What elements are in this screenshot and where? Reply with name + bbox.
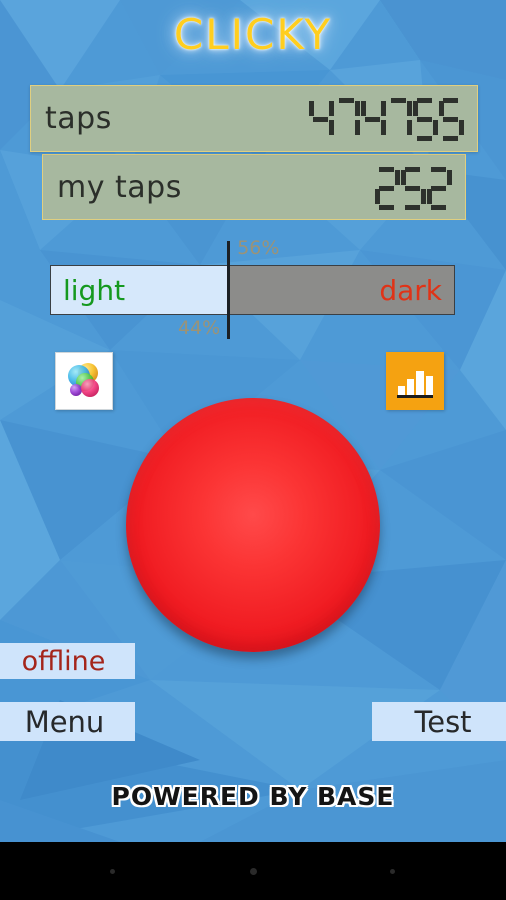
nav-recent-icon[interactable] (390, 869, 395, 874)
seven-segment-digit (413, 98, 438, 142)
light-dark-ratio[interactable]: light dark 56% 44% (50, 237, 455, 339)
android-navigation-bar (0, 842, 506, 900)
my-taps-label: my taps (57, 169, 182, 205)
seven-segment-digit (375, 166, 400, 211)
stat-panel-my-taps: my taps (42, 154, 466, 220)
seven-segment-digit (427, 166, 452, 211)
game-center-button[interactable] (55, 352, 113, 410)
my-taps-value (374, 164, 465, 211)
seven-segment-digit (387, 98, 412, 142)
seven-segment-digit (439, 98, 464, 142)
stat-panel-global-taps: taps (30, 85, 478, 152)
tap-button[interactable] (126, 398, 380, 652)
ratio-dark-percent: 56% (237, 237, 280, 259)
menu-button[interactable]: Menu (0, 702, 135, 741)
ratio-light-percent: 44% (177, 317, 221, 339)
global-taps-value (308, 95, 477, 142)
bar-chart-icon (397, 371, 433, 398)
seven-segment-digit (335, 98, 360, 142)
leaderboard-button[interactable] (386, 352, 444, 410)
test-button[interactable]: Test (372, 702, 506, 741)
ratio-dark-segment: dark (229, 266, 454, 314)
seven-segment-digit (309, 98, 334, 142)
ratio-bar[interactable]: light dark (50, 265, 455, 315)
offline-status-button[interactable]: offline (0, 643, 135, 679)
powered-by-footer: POWERED BY BASE (111, 782, 395, 811)
ratio-dark-label: dark (379, 273, 442, 307)
global-taps-label: taps (45, 101, 112, 136)
seven-segment-digit (401, 166, 426, 211)
nav-home-icon[interactable] (250, 868, 257, 875)
nav-back-icon[interactable] (110, 869, 115, 874)
ratio-light-label: light (63, 273, 126, 307)
app-root: CLICKY taps my taps light dark 56% 44% o… (0, 0, 506, 900)
ratio-light-segment: light (51, 266, 230, 314)
seven-segment-digit (361, 98, 386, 142)
ratio-divider (227, 241, 231, 339)
app-title: CLICKY (173, 10, 333, 59)
game-center-bubbles-icon (68, 363, 99, 397)
